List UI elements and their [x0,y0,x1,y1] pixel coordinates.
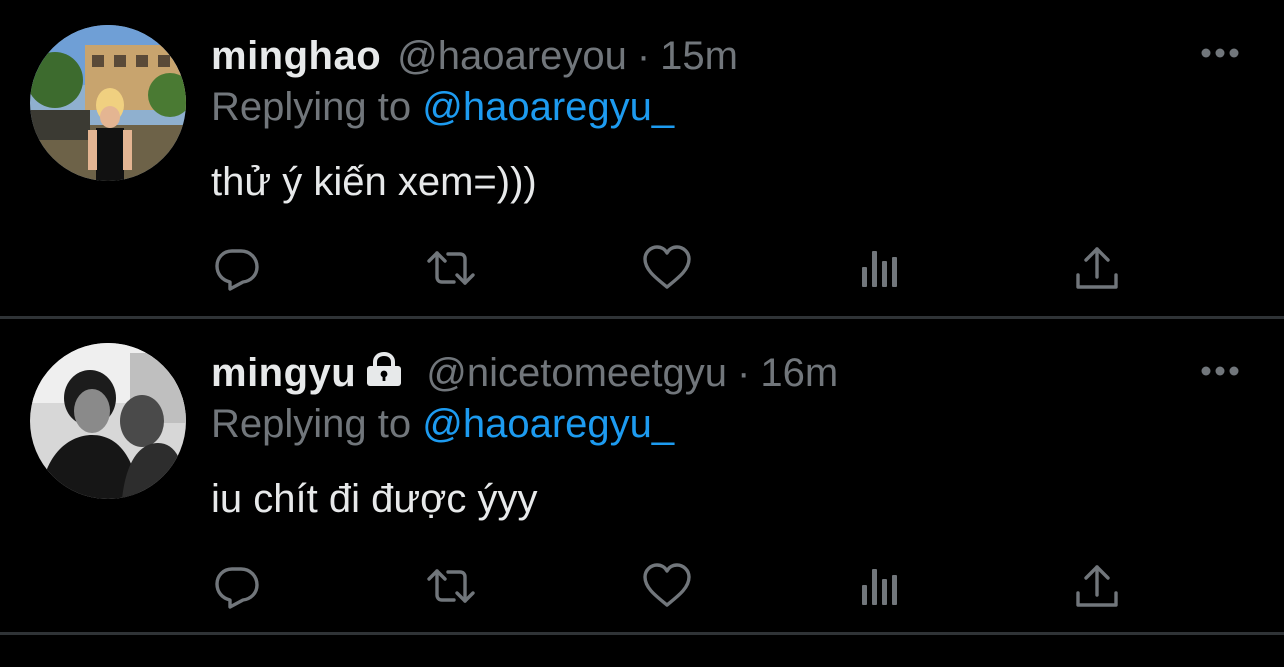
retweet-icon[interactable] [426,243,476,293]
replying-prefix: Replying to [211,402,412,446]
lock-icon [364,351,404,396]
timestamp[interactable]: 16m [760,351,838,396]
display-name[interactable]: minghao [211,34,381,79]
tweet-header: minghao @haoareyou · 15m [211,26,738,86]
replying-to: Replying to @haoaregyu_ [211,402,674,447]
separator: · [636,33,651,78]
reply-icon[interactable] [212,243,262,293]
avatar[interactable] [30,25,186,181]
share-icon[interactable] [1072,243,1122,293]
tweet-text: thử ý kiến xem=))) [211,160,537,204]
display-name[interactable]: mingyu [211,351,356,396]
replying-to-handle[interactable]: @haoaregyu_ [422,85,674,129]
user-handle[interactable]: @haoareyou [397,34,627,79]
more-options-icon[interactable] [1200,46,1240,60]
tweet-actions [0,561,1284,611]
avatar[interactable] [30,343,186,499]
tweet-text: iu chít đi được ýyy [211,477,538,521]
share-icon[interactable] [1072,561,1122,611]
like-icon[interactable] [642,561,692,611]
reply-icon[interactable] [212,561,262,611]
separator: · [737,350,751,395]
replying-to-handle[interactable]: @haoaregyu_ [422,402,674,446]
replying-to: Replying to @haoaregyu_ [211,85,674,130]
tweet-actions [0,243,1284,293]
more-options-icon[interactable] [1200,364,1240,378]
retweet-icon[interactable] [426,561,476,611]
analytics-icon[interactable] [856,243,906,293]
analytics-icon[interactable] [856,561,906,611]
user-handle[interactable]: @nicetomeetgyu [426,351,727,396]
timestamp[interactable]: 15m [660,34,738,79]
replying-prefix: Replying to [211,85,412,129]
tweet-header: mingyu @nicetomeetgyu · 16m [211,343,838,403]
like-icon[interactable] [642,243,692,293]
tweet[interactable]: minghao @haoareyou · 15m Replying to @ha… [0,0,1284,318]
